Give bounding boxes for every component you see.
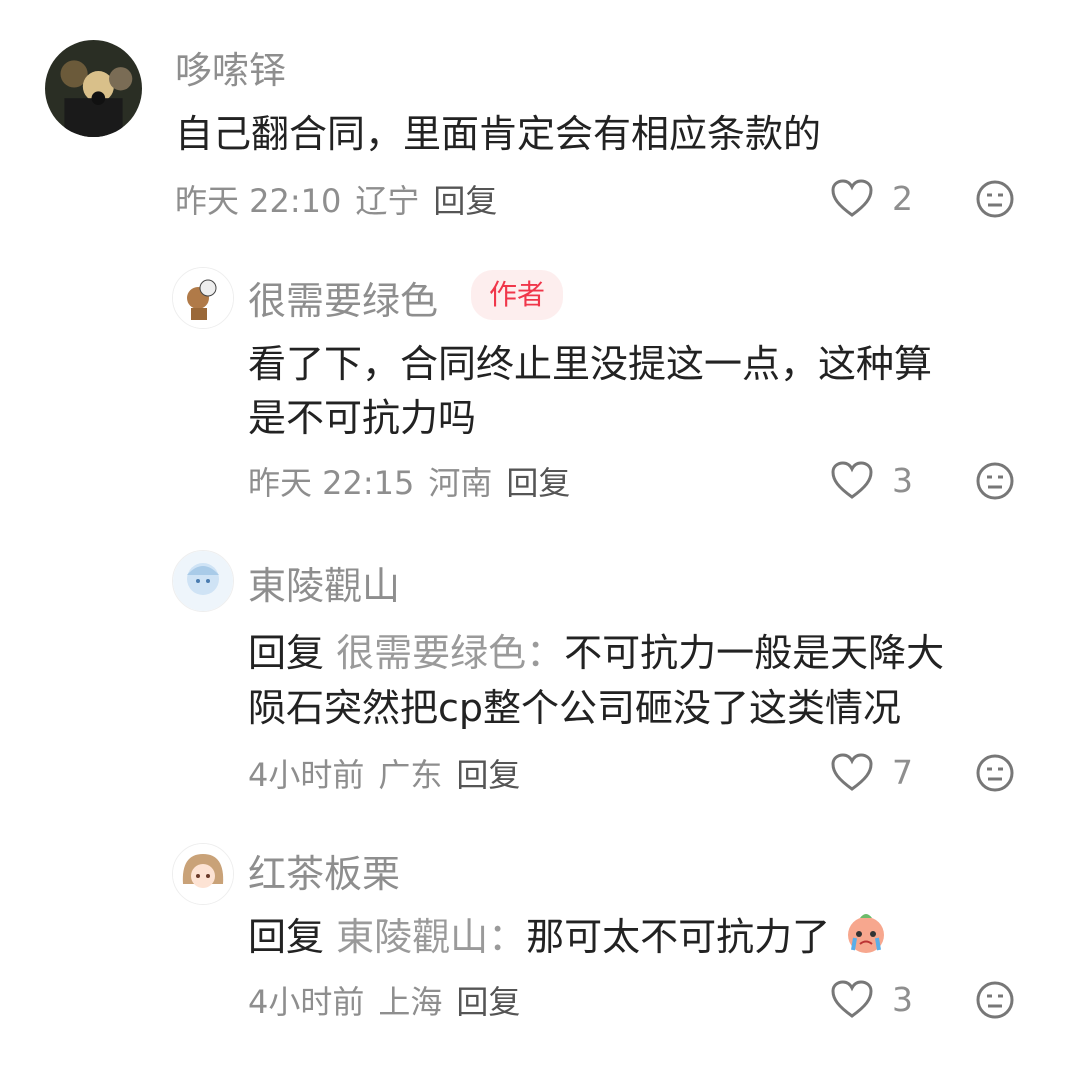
like-count: 3 (892, 979, 913, 1019)
comment-location: 上海 (378, 983, 443, 1021)
heart-icon (831, 461, 873, 499)
comment-meta: 4小时前 上海 回复 (248, 977, 534, 1023)
comment-time: 4小时前 (248, 756, 365, 794)
avatar[interactable] (45, 40, 142, 137)
comment-location: 辽宁 (355, 182, 420, 220)
avatar[interactable] (172, 843, 234, 905)
comment-1: 哆嗦铎 自己翻合同，里面肯定会有相应条款的 昨天 22:10 辽宁 回复 2 (0, 0, 1080, 250)
avatar-photo-icon (45, 40, 142, 137)
heart-icon (831, 753, 873, 791)
dislike-face-icon[interactable] (975, 753, 1015, 793)
comment-text: 不可抗力一般是天降大 (564, 631, 945, 675)
dislike-face-icon[interactable] (975, 980, 1015, 1020)
heart-icon (831, 179, 873, 217)
comment-meta: 昨天 22:15 河南 回复 (248, 458, 584, 504)
dislike-face-icon[interactable] (975, 179, 1015, 219)
like-button[interactable]: 2 (830, 178, 913, 218)
comment-text-line-2: 是不可抗力吗 (248, 396, 477, 440)
reply-button[interactable]: 回复 (506, 464, 570, 502)
comment-time: 昨天 22:15 (248, 464, 415, 502)
username[interactable]: 红茶板栗 (248, 843, 400, 898)
avatar-cartoon-icon (173, 268, 233, 328)
comment-text: 自己翻合同，里面肯定会有相应条款的 (175, 112, 822, 156)
username[interactable]: 東陵觀山 (248, 555, 400, 610)
avatar-anime-icon (173, 551, 233, 611)
crying-emoji-icon (848, 914, 885, 953)
comment-time: 4小时前 (248, 983, 365, 1021)
avatar[interactable] (172, 550, 234, 612)
like-count: 2 (892, 178, 913, 218)
reply-target-user[interactable]: 很需要绿色： (336, 631, 564, 675)
like-button[interactable]: 3 (830, 979, 913, 1019)
like-count: 3 (892, 460, 913, 500)
heart-icon (831, 980, 873, 1018)
like-button[interactable]: 3 (830, 460, 913, 500)
reply-button[interactable]: 回复 (456, 756, 520, 794)
comment-meta: 4小时前 广东 回复 (248, 750, 534, 796)
comment-text-line-1: 回复 很需要绿色：不可抗力一般是天降大 (248, 622, 944, 685)
comment-time: 昨天 22:10 (175, 182, 342, 220)
like-count: 7 (892, 752, 913, 792)
comment-location: 广东 (378, 756, 443, 794)
reply-prefix: 回复 (248, 631, 325, 675)
author-badge: 作者 (471, 270, 564, 320)
username[interactable]: 很需要绿色 (248, 270, 438, 325)
avatar[interactable] (172, 267, 234, 329)
dislike-face-icon[interactable] (975, 461, 1015, 501)
comment-text-line-2: 陨石突然把cp整个公司砸没了这类情况 (248, 686, 902, 730)
comment-text-line-1: 回复 東陵觀山：那可太不可抗力了 (248, 906, 890, 969)
comment-location: 河南 (428, 464, 493, 502)
username[interactable]: 哆嗦铎 (175, 40, 286, 94)
reply-button[interactable]: 回复 (456, 983, 520, 1021)
reply-button[interactable]: 回复 (433, 182, 497, 220)
like-button[interactable]: 7 (830, 752, 913, 792)
comment-meta: 昨天 22:10 辽宁 回复 (175, 176, 511, 222)
avatar-girl-icon (173, 844, 233, 904)
reply-prefix: 回复 (248, 915, 325, 959)
reply-target-user[interactable]: 東陵觀山： (336, 915, 526, 959)
comment-text: 那可太不可抗力了 (526, 915, 831, 959)
